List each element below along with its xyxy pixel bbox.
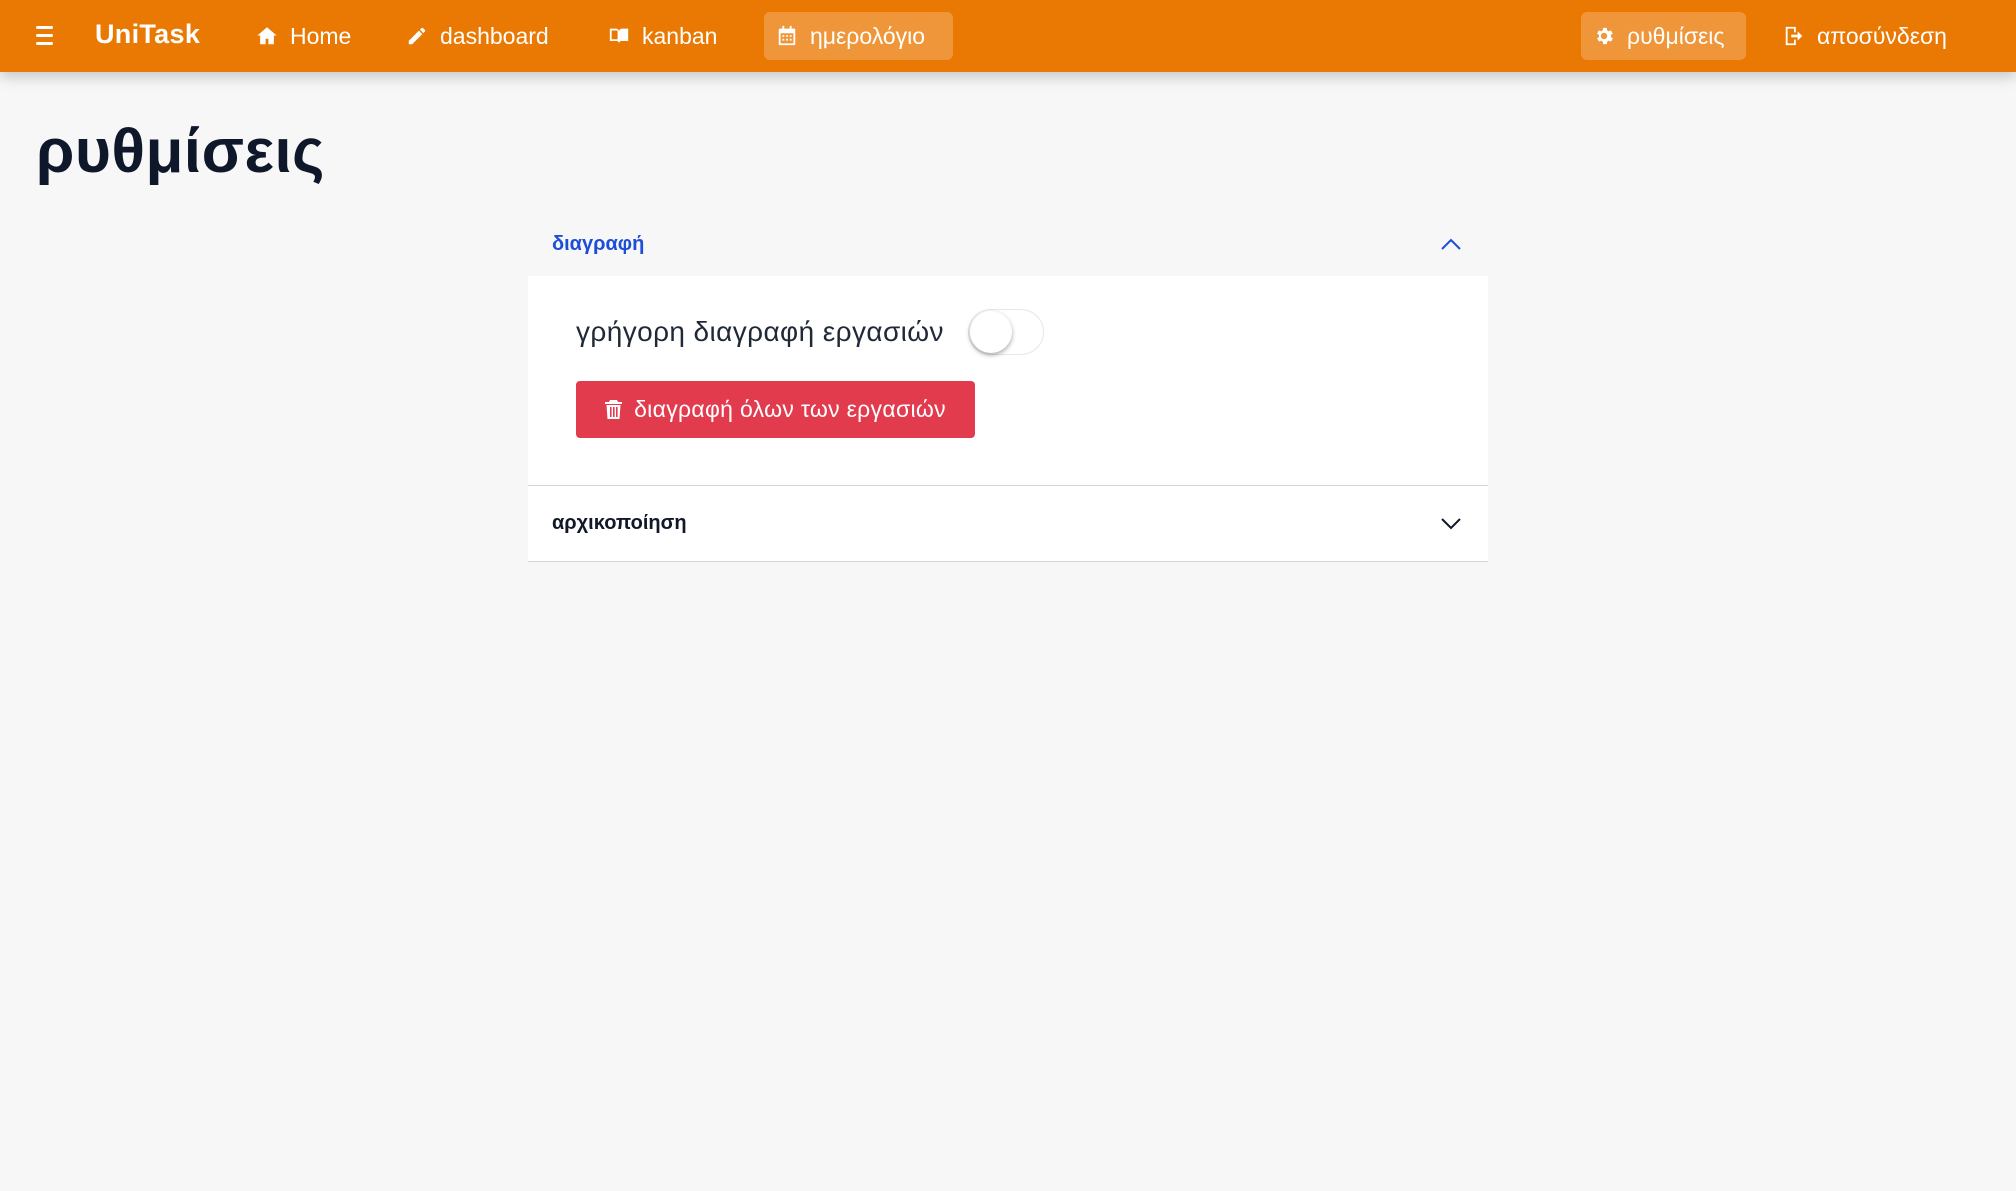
top-navbar: UniTask Home dashboard kanban ημερολόγιο… bbox=[0, 0, 2016, 72]
page-title: ρυθμίσεις bbox=[36, 117, 325, 186]
toggle-knob bbox=[969, 311, 1012, 353]
accordion-title: διαγραφή bbox=[552, 232, 645, 255]
delete-all-tasks-label: διαγραφή όλων των εργασιών bbox=[634, 396, 946, 422]
accordion-body-delete: γρήγορη διαγραφή εργασιών διαγραφή όλων … bbox=[528, 276, 1488, 486]
quick-delete-row: γρήγορη διαγραφή εργασιών bbox=[576, 309, 1044, 355]
accordion-header-delete[interactable]: διαγραφή bbox=[528, 212, 1488, 276]
logout-icon bbox=[1785, 26, 1803, 46]
menu-toggle-icon[interactable] bbox=[36, 26, 58, 46]
quick-delete-toggle[interactable] bbox=[967, 309, 1044, 355]
nav-item-label: ρυθμίσεις bbox=[1627, 22, 1725, 49]
nav-item-home[interactable]: Home bbox=[244, 12, 363, 60]
chevron-up-icon bbox=[1441, 238, 1461, 250]
nav-item-label: Home bbox=[290, 22, 352, 49]
trash-icon bbox=[605, 400, 623, 419]
nav-item-logout[interactable]: αποσύνδεση bbox=[1771, 12, 1959, 60]
home-icon bbox=[257, 27, 277, 45]
nav-item-kanban[interactable]: kanban bbox=[596, 12, 729, 60]
pencil-icon bbox=[408, 27, 426, 45]
book-icon bbox=[609, 28, 629, 44]
brand-logo[interactable]: UniTask bbox=[95, 19, 200, 50]
calendar-icon bbox=[778, 25, 796, 46]
quick-delete-label: γρήγορη διαγραφή εργασιών bbox=[576, 316, 944, 347]
nav-item-label: ημερολόγιο bbox=[810, 22, 926, 49]
nav-item-label: αποσύνδεση bbox=[1817, 22, 1947, 49]
nav-item-label: kanban bbox=[642, 22, 718, 49]
nav-item-label: dashboard bbox=[440, 22, 549, 49]
settings-accordion: διαγραφή γρήγορη διαγραφή εργασιών διαγρ… bbox=[528, 212, 1488, 562]
delete-all-tasks-button[interactable]: διαγραφή όλων των εργασιών bbox=[576, 381, 975, 438]
gear-icon bbox=[1597, 27, 1613, 45]
nav-item-calendar[interactable]: ημερολόγιο bbox=[764, 12, 953, 60]
nav-item-settings[interactable]: ρυθμίσεις bbox=[1581, 12, 1746, 60]
accordion-title: αρχικοποίηση bbox=[552, 512, 687, 534]
nav-item-dashboard[interactable]: dashboard bbox=[394, 12, 561, 60]
chevron-down-icon bbox=[1441, 517, 1461, 529]
accordion-header-reset[interactable]: αρχικοποίηση bbox=[528, 486, 1488, 562]
